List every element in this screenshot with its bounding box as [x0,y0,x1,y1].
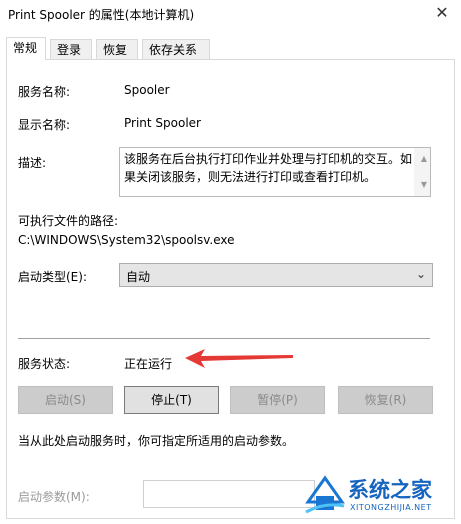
description-text: 该服务在后台执行打印作业并处理与打印机的交互。如果关闭该服务，则无法进行打印或查… [124,152,413,184]
tab-logon[interactable]: 登录 [50,39,92,59]
description-label: 描述: [18,156,47,170]
window-title: Print Spooler 的属性(本地计算机) [8,8,195,22]
watermark-text-cn: 系统之家 [348,478,432,502]
watermark-text-en: XITONGZHIJIA.NET [350,503,432,512]
tab-general-label: 常规 [13,41,38,55]
tab-logon-label: 登录 [57,43,82,57]
start-params-hint: 当从此处启动服务时，你可指定所适用的启动参数。 [18,434,295,448]
display-name-value: Print Spooler [124,116,201,130]
start-button[interactable]: 启动(S) [18,386,113,414]
service-name-label: 服务名称: [18,85,71,99]
exe-path-label: 可执行文件的路径: [18,214,119,228]
scroll-up-icon[interactable]: ▲ [421,150,427,168]
title-bar: Print Spooler 的属性(本地计算机) ✕ [0,0,461,28]
pause-button[interactable]: 暂停(P) [230,386,325,414]
service-status-label: 服务状态: [18,357,71,371]
red-arrow-annotation [185,349,293,368]
watermark-logo: 系统之家 XITONGZHIJIA.NET [300,470,458,518]
tab-recovery-label: 恢复 [103,43,128,57]
stop-button[interactable]: 停止(T) [124,386,219,414]
tab-dependencies-label: 依存关系 [149,43,198,57]
description-box[interactable]: 该服务在后台执行打印作业并处理与打印机的交互。如果关闭该服务，则无法进行打印或查… [119,147,431,197]
startup-type-value: 自动 [126,270,151,284]
resume-button[interactable]: 恢复(R) [338,386,433,414]
exe-path-value: C:\WINDOWS\System32\spoolsv.exe [18,233,235,247]
divider [18,338,430,339]
startup-type-label: 启动类型(E): [18,270,87,284]
startup-type-select[interactable]: 自动 ⌄ [119,263,433,287]
start-params-input[interactable] [143,480,315,508]
general-panel [6,59,455,519]
description-scrollbar[interactable]: ▲ ▼ [414,148,430,196]
service-status-value: 正在运行 [124,357,173,371]
chevron-down-icon: ⌄ [415,267,426,281]
display-name-label: 显示名称: [18,118,71,132]
tab-recovery[interactable]: 恢复 [96,39,138,59]
scroll-down-icon[interactable]: ▼ [421,176,427,194]
close-icon[interactable]: ✕ [431,3,453,23]
tab-general[interactable]: 常规 [6,37,46,60]
house-logo-icon [305,475,345,514]
start-params-label: 启动参数(M): [18,490,90,504]
service-name-value: Spooler [124,83,170,97]
tab-dependencies[interactable]: 依存关系 [142,39,210,59]
